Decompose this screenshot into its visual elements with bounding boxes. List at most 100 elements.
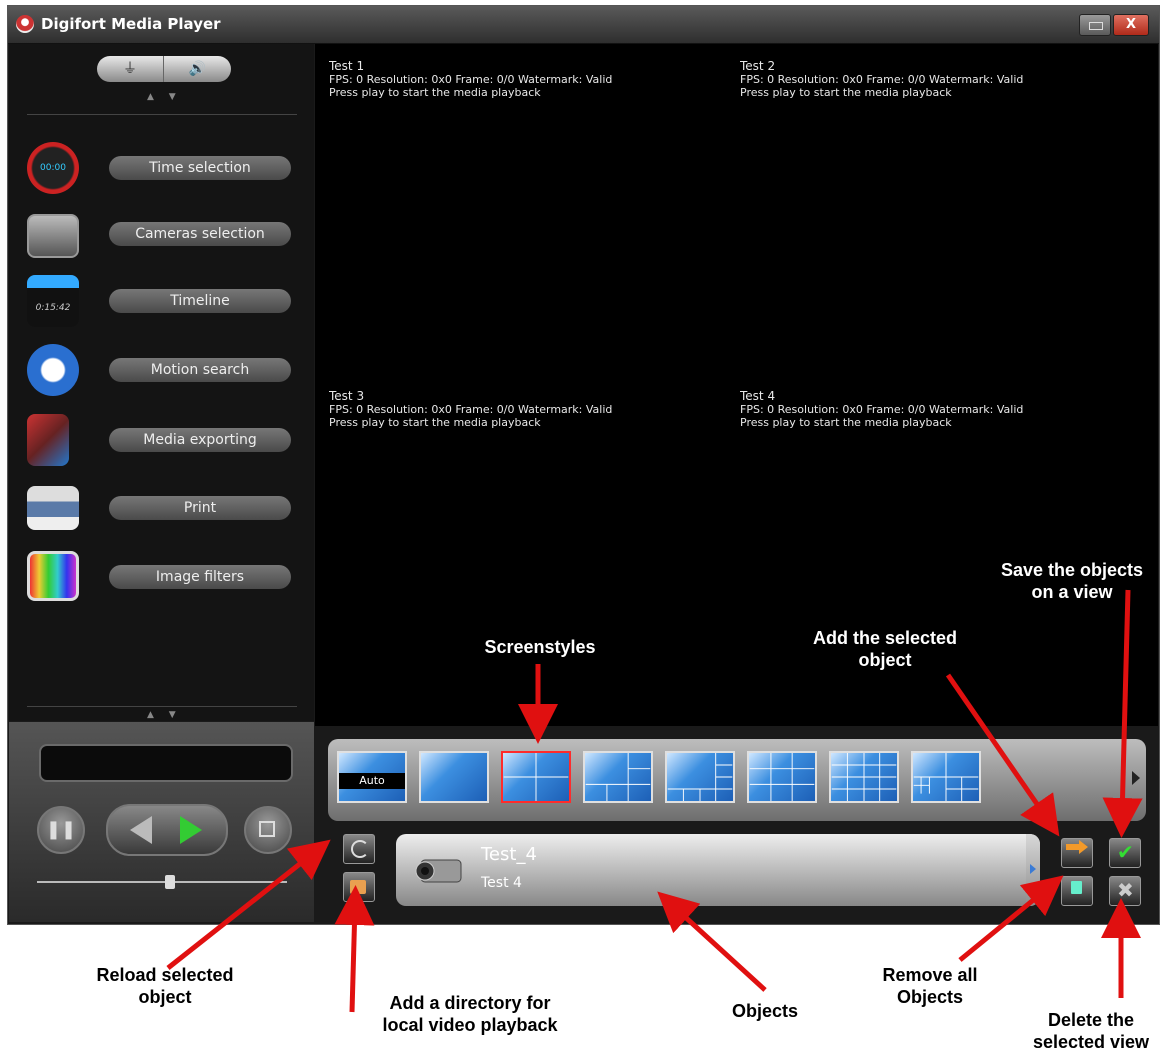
- menu-label[interactable]: Cameras selection: [109, 222, 291, 246]
- video-grid: Test 1 FPS: 0 Resolution: 0x0 Frame: 0/0…: [315, 44, 1158, 726]
- annotation-reload-selected: Reload selected object: [96, 965, 234, 1007]
- bottom-panel: Auto Test_4 Test 4 ✔ ✖: [315, 726, 1158, 922]
- cell-message: Press play to start the media playback: [740, 86, 952, 99]
- objects-scroll-arrow[interactable]: [1026, 834, 1040, 906]
- cell-info: FPS: 0 Resolution: 0x0 Frame: 0/0 Waterm…: [329, 73, 613, 86]
- screenstyle-auto[interactable]: Auto: [337, 751, 407, 803]
- video-cell[interactable]: Test 3 FPS: 0 Resolution: 0x0 Frame: 0/0…: [329, 390, 739, 470]
- pause-button[interactable]: ❚❚: [37, 806, 85, 854]
- screenstyle-1plus5[interactable]: [583, 751, 653, 803]
- stop-button[interactable]: [244, 806, 292, 854]
- arrow-right-icon: [1066, 844, 1080, 850]
- cell-message: Press play to start the media playback: [740, 416, 952, 429]
- video-cell[interactable]: Test 4 FPS: 0 Resolution: 0x0 Frame: 0/0…: [740, 390, 1150, 470]
- auto-label: Auto: [339, 773, 405, 789]
- menu-image-filters[interactable]: Image filters: [27, 551, 307, 611]
- divider: [27, 706, 297, 707]
- playback-display: [39, 744, 293, 782]
- film-export-icon: [27, 414, 69, 466]
- annotation-screenstyles: Screenstyles: [484, 637, 596, 657]
- menu-print[interactable]: Print: [27, 482, 307, 542]
- cell-message: Press play to start the media playback: [329, 416, 541, 429]
- menu-time-selection[interactable]: 00:00 Time selection: [27, 142, 307, 202]
- clapperboard-icon: 0:15:42: [27, 275, 79, 327]
- printer-icon: [27, 486, 79, 530]
- scroll-arrows-bottom[interactable]: ▲ ▼: [147, 710, 182, 720]
- menu-label[interactable]: Image filters: [109, 565, 291, 589]
- camera-icon: [415, 859, 462, 883]
- prev-next-control: [106, 804, 228, 856]
- menu-cameras-selection[interactable]: Cameras selection: [27, 208, 307, 268]
- screenstyle-1x1[interactable]: [419, 751, 489, 803]
- play-forward-icon[interactable]: [180, 816, 202, 844]
- stop-icon: [259, 821, 275, 837]
- close-button[interactable]: X: [1113, 14, 1149, 36]
- add-directory-button[interactable]: [343, 872, 375, 902]
- cell-message: Press play to start the media playback: [329, 86, 541, 99]
- speaker-icon[interactable]: 🔊: [164, 56, 231, 82]
- motion-search-icon: [27, 344, 79, 396]
- cell-title: Test 3: [329, 390, 365, 403]
- speed-slider-thumb[interactable]: [165, 875, 175, 889]
- view-toggle[interactable]: ⏚ 🔊: [97, 56, 231, 82]
- objects-list[interactable]: Test_4 Test 4: [396, 834, 1040, 906]
- cell-title: Test 1: [329, 60, 365, 73]
- sidebar: ⏚ 🔊 ▲ ▼ 00:00 Time selection Cameras sel…: [9, 44, 314, 721]
- menu-label[interactable]: Print: [109, 496, 291, 520]
- cell-title: Test 4: [740, 390, 776, 403]
- remove-all-objects-button[interactable]: [1061, 876, 1093, 906]
- cell-info: FPS: 0 Resolution: 0x0 Frame: 0/0 Waterm…: [329, 403, 613, 416]
- annotation-add-directory: Add a directory for local video playback: [382, 993, 558, 1035]
- playback-controls: ❚❚: [9, 722, 314, 922]
- menu-media-exporting[interactable]: Media exporting: [27, 414, 307, 474]
- menu-motion-search[interactable]: Motion search: [27, 344, 307, 404]
- screenstyle-next-arrow[interactable]: [1132, 771, 1140, 785]
- joystick-icon[interactable]: ⏚: [97, 56, 164, 82]
- cell-info: FPS: 0 Resolution: 0x0 Frame: 0/0 Waterm…: [740, 73, 1024, 86]
- menu-label[interactable]: Timeline: [109, 289, 291, 313]
- annotation-objects: Objects: [731, 1001, 799, 1021]
- object-name: Test_4: [481, 844, 537, 865]
- clock-icon: 00:00: [27, 142, 79, 194]
- menu-label[interactable]: Motion search: [109, 358, 291, 382]
- annotation-save-objects: Save the objects on a view: [1000, 560, 1144, 602]
- screenstyle-1plus7[interactable]: [665, 751, 735, 803]
- screenstyle-3x3[interactable]: [747, 751, 817, 803]
- screenstyle-2x2[interactable]: [501, 751, 571, 803]
- video-cell[interactable]: Test 1 FPS: 0 Resolution: 0x0 Frame: 0/0…: [329, 60, 739, 140]
- save-objects-view-button[interactable]: ✔: [1109, 838, 1141, 868]
- screenstyle-complex[interactable]: [911, 751, 981, 803]
- arrow-head: [1079, 840, 1088, 854]
- restore-button[interactable]: [1079, 14, 1111, 36]
- menu-timeline[interactable]: 0:15:42 Timeline: [27, 275, 307, 335]
- media-player-window: Digifort Media Player X ⏚ 🔊 ▲ ▼ 00:00 Ti…: [7, 5, 1160, 925]
- title-bar: Digifort Media Player X: [8, 6, 1159, 44]
- folder-icon: [350, 880, 366, 894]
- add-selected-object-button[interactable]: [1061, 838, 1093, 868]
- x-icon: ✖: [1117, 878, 1134, 902]
- menu-label[interactable]: Media exporting: [109, 428, 291, 452]
- annotation-delete-view: Delete the selected view: [1032, 1010, 1150, 1052]
- menu-label[interactable]: Time selection: [109, 156, 291, 180]
- object-description: Test 4: [481, 875, 522, 891]
- divider: [27, 114, 297, 115]
- trash-icon: [1071, 881, 1082, 894]
- screenstyle-4x4[interactable]: [829, 751, 899, 803]
- checkmark-icon: ✔: [1117, 840, 1134, 864]
- scroll-arrows-top[interactable]: ▲ ▼: [147, 92, 182, 102]
- cell-title: Test 2: [740, 60, 776, 73]
- cameras-icon: [27, 214, 79, 258]
- annotation-add-selected: Add the selected object: [812, 628, 958, 670]
- annotation-remove-all: Remove all Objects: [882, 965, 978, 1007]
- image-filters-icon: [27, 551, 79, 601]
- speed-slider-track[interactable]: [37, 881, 287, 883]
- app-logo-icon: [16, 15, 34, 33]
- cell-info: FPS: 0 Resolution: 0x0 Frame: 0/0 Waterm…: [740, 403, 1024, 416]
- window-title: Digifort Media Player: [41, 15, 221, 33]
- play-backward-icon[interactable]: [130, 816, 152, 844]
- video-cell[interactable]: Test 2 FPS: 0 Resolution: 0x0 Frame: 0/0…: [740, 60, 1150, 140]
- screenstyles-panel: Auto: [328, 739, 1146, 821]
- reload-icon: [351, 840, 369, 858]
- reload-selected-object-button[interactable]: [343, 834, 375, 864]
- delete-selected-view-button[interactable]: ✖: [1109, 876, 1141, 906]
